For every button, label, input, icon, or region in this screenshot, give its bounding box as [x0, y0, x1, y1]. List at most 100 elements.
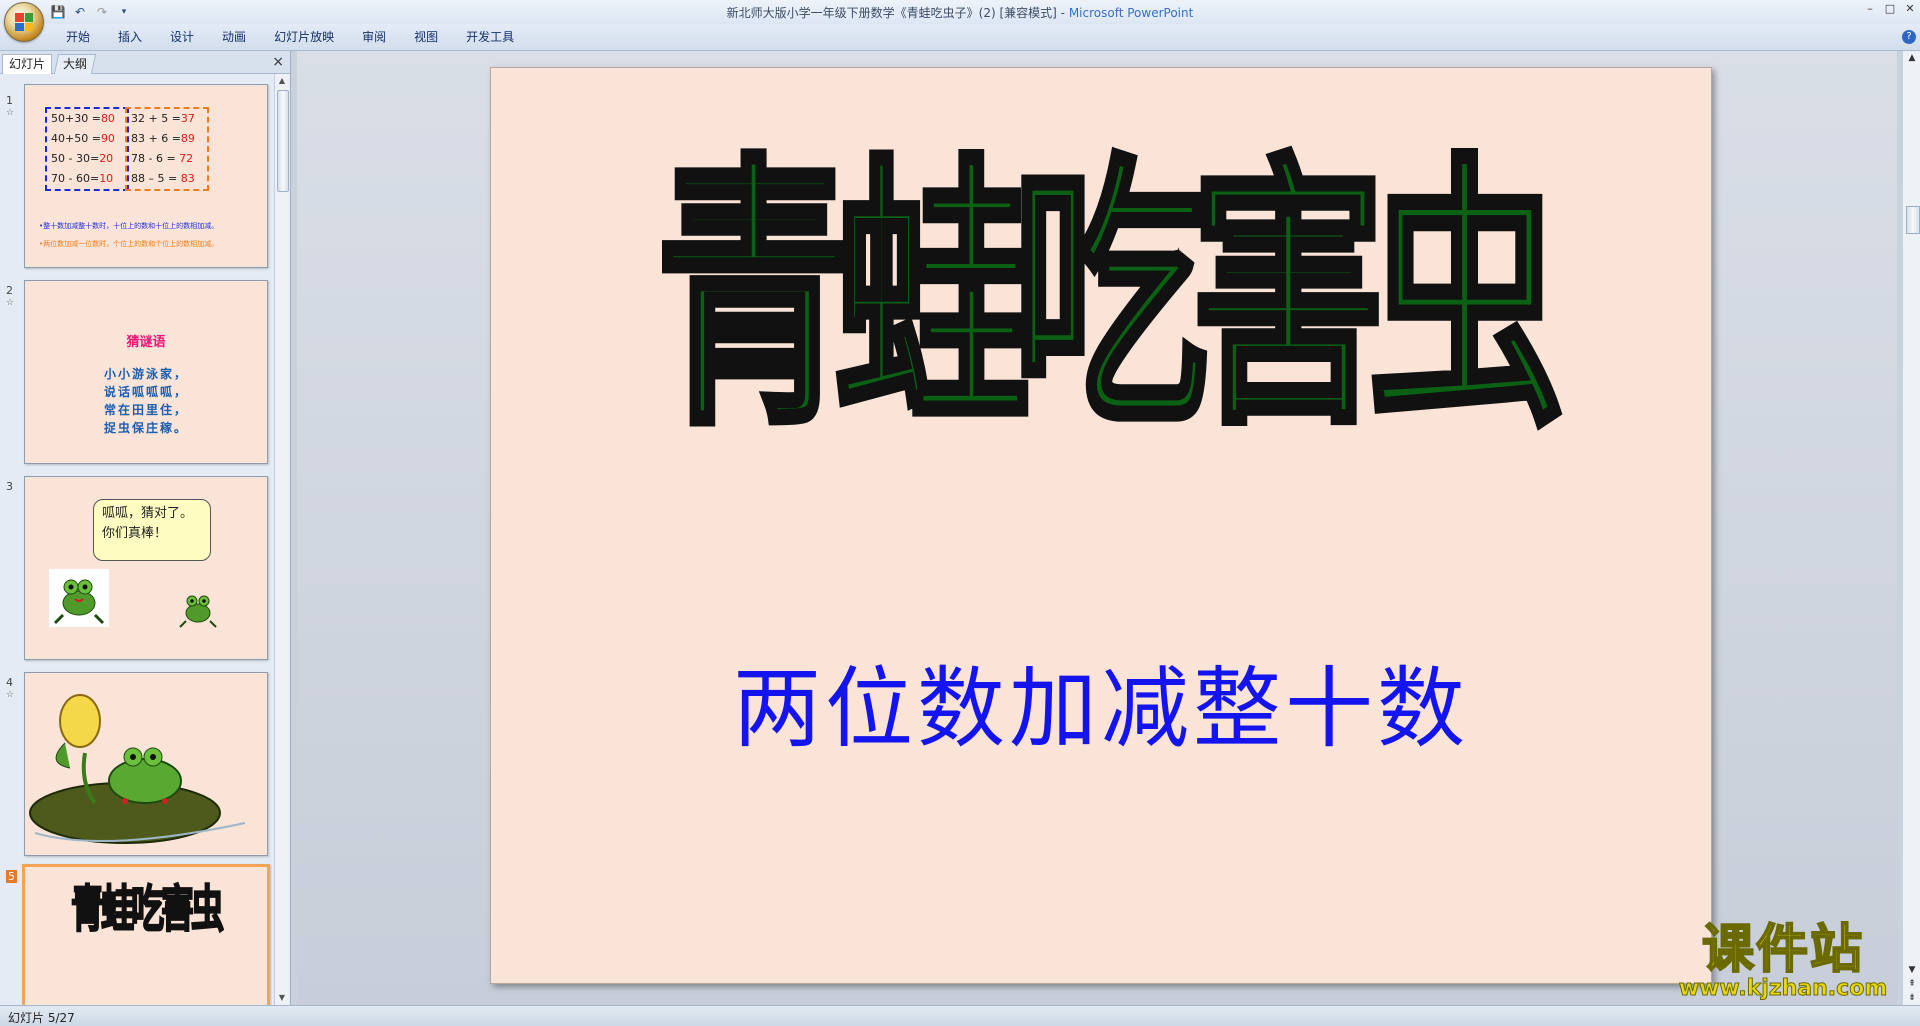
speech-line: 你们真棒！ — [102, 526, 168, 541]
watermark-url: www.kjzhan.com — [1678, 976, 1888, 1001]
frog-icon — [49, 569, 109, 627]
answer: 72 — [179, 152, 194, 165]
frog-icon — [179, 595, 217, 628]
equation-row: 50 - 30=20 — [47, 149, 127, 169]
equation: 83 + 6 = — [131, 132, 181, 145]
slide-title[interactable]: 青蛙吃害虫 — [491, 110, 1711, 487]
left-equation-box: 50+30 =80 40+50 =90 50 - 30=20 70 - 60=1… — [45, 107, 129, 191]
equation-row: 50+30 =80 — [47, 109, 127, 129]
equation-row: 78 - 6 = 72 — [127, 149, 207, 169]
slides-panel: 幻灯片 大纲 × 1 ☆ 50+30 =80 40+50 =90 50 - 30… — [0, 51, 291, 1005]
window-controls: – □ ✕ — [1864, 2, 1916, 15]
close-button[interactable]: ✕ — [1904, 2, 1916, 15]
riddle-line: 说话呱呱呱， — [103, 385, 188, 399]
editor-scrollbar[interactable]: ▲ ▼ ⇞ ⇟ — [1902, 51, 1920, 1005]
equation: 50 - 30= — [51, 152, 100, 165]
riddle-line: 小小游泳家， — [103, 367, 188, 381]
equation: 70 - 60= — [51, 172, 100, 185]
scroll-down-icon[interactable]: ▼ — [275, 991, 289, 1005]
thumb-title: 青蛙吃害虫 — [70, 878, 225, 939]
tab-developer[interactable]: 开发工具 — [452, 29, 528, 45]
slide-thumbnail-4[interactable] — [24, 672, 268, 856]
equation-row: 70 - 60=10 — [47, 169, 127, 189]
watermark-text: 课件站 — [1701, 920, 1864, 980]
slide-thumbnail-3[interactable]: 呱呱，猜对了。 你们真棒！ — [24, 476, 268, 660]
transition-star-icon: ☆ — [6, 298, 15, 308]
equation: 32 + 5 = — [131, 112, 181, 125]
tab-review[interactable]: 审阅 — [348, 29, 400, 45]
next-slide-icon[interactable]: ⇟ — [1903, 993, 1920, 1003]
thumb-number: 1 — [6, 94, 13, 107]
slide-subtitle[interactable]: 两位数加减整十数 — [491, 638, 1711, 765]
scrollbar-thumb[interactable] — [1906, 206, 1920, 234]
thumbnail-scrollbar[interactable]: ▲ ▼ — [274, 74, 289, 1005]
window-title: 新北师大版小学一年级下册数学《青蛙吃虫子》(2) [兼容模式] - Micros… — [0, 4, 1920, 21]
help-icon[interactable]: ? — [1902, 30, 1916, 44]
status-bar: 幻灯片 5/27 — [0, 1005, 1920, 1026]
ribbon: 开始 插入 设计 动画 幻灯片放映 审阅 视图 开发工具 ? — [0, 24, 1920, 51]
thumbnail-list: 1 ☆ 50+30 =80 40+50 =90 50 - 30=20 70 - … — [0, 74, 272, 1005]
answer: 37 — [180, 112, 195, 125]
equation: 78 - 6 = — [131, 152, 180, 165]
previous-slide-icon[interactable]: ⇞ — [1903, 979, 1920, 989]
thumb-number: 2 — [6, 284, 13, 297]
answer: 80 — [100, 112, 115, 125]
frog-on-lily-pad-icon — [29, 694, 246, 844]
scroll-down-icon[interactable]: ▼ — [1903, 965, 1920, 975]
scroll-up-icon[interactable]: ▲ — [275, 74, 289, 88]
speech-bubble: 呱呱，猜对了。 你们真棒！ — [93, 499, 211, 561]
equation: 50+30 = — [51, 112, 101, 125]
tab-design[interactable]: 设计 — [156, 29, 208, 45]
office-logo-icon — [15, 13, 33, 31]
thumb-number: 4 — [6, 676, 13, 689]
rule-note-2: •两位数加减一位数时，个位上的数和个位上的数相加减。 — [39, 240, 219, 248]
tab-outline[interactable]: 大纲 — [53, 54, 97, 74]
slide-editor: 青蛙吃害虫 两位数加减整十数 — [297, 51, 1897, 1005]
window-title-document: 新北师大版小学一年级下册数学《青蛙吃虫子》(2) [兼容模式] - — [726, 6, 1069, 20]
equation-row: 88 – 5 = 83 — [127, 169, 207, 189]
tab-slideshow[interactable]: 幻灯片放映 — [260, 29, 348, 45]
slide-indicator: 幻灯片 5/27 — [8, 1011, 75, 1025]
equation-row: 40+50 =90 — [47, 129, 127, 149]
equation-row: 83 + 6 =89 — [127, 129, 207, 149]
transition-star-icon: ☆ — [6, 108, 15, 118]
riddle-line: 捉虫保庄稼。 — [103, 421, 188, 435]
minimize-button[interactable]: – — [1864, 2, 1876, 15]
tab-insert[interactable]: 插入 — [104, 29, 156, 45]
slide-thumbnail-1[interactable]: 50+30 =80 40+50 =90 50 - 30=20 70 - 60=1… — [24, 84, 268, 268]
answer: 83 — [180, 172, 195, 185]
slide-thumbnail-2[interactable]: 猜谜语 小小游泳家， 说话呱呱呱， 常在田里住， 捉虫保庄稼。 — [24, 280, 268, 464]
equation: 40+50 = — [51, 132, 101, 145]
ribbon-tabs: 开始 插入 设计 动画 幻灯片放映 审阅 视图 开发工具 — [52, 29, 528, 45]
scrollbar-thumb[interactable] — [277, 90, 289, 192]
answer: 90 — [100, 132, 115, 145]
panel-close-icon[interactable]: × — [272, 54, 284, 70]
maximize-button[interactable]: □ — [1884, 2, 1896, 15]
tab-view[interactable]: 视图 — [400, 29, 452, 45]
riddle-line: 常在田里住， — [103, 403, 188, 417]
right-equation-box: 32 + 5 =37 83 + 6 =89 78 - 6 = 72 88 – 5… — [125, 107, 209, 191]
title-bar: 💾 ↶ ↷ ▾ 新北师大版小学一年级下册数学《青蛙吃虫子》(2) [兼容模式] … — [0, 0, 1920, 42]
rule-note-1: •整十数加减整十数时，十位上的数和十位上的数相加减。 — [39, 222, 219, 230]
transition-star-icon: ☆ — [6, 690, 15, 700]
office-button[interactable] — [4, 2, 44, 42]
watermark: 课件站 www.kjzhan.com — [1668, 920, 1898, 1002]
answer: 20 — [99, 152, 114, 165]
answer: 10 — [99, 172, 114, 185]
tab-animations[interactable]: 动画 — [208, 29, 260, 45]
current-slide[interactable]: 青蛙吃害虫 两位数加减整十数 — [490, 67, 1712, 984]
equation-row: 32 + 5 =37 — [127, 109, 207, 129]
tab-outline-label: 大纲 — [63, 57, 88, 71]
equation: 88 – 5 = — [131, 172, 181, 185]
window-title-app: Microsoft PowerPoint — [1068, 6, 1194, 20]
tab-slides[interactable]: 幻灯片 — [2, 54, 53, 74]
thumb-number: 3 — [6, 480, 13, 493]
speech-line: 呱呱，猜对了。 — [102, 506, 194, 521]
thumb-number: 5 — [6, 870, 17, 883]
slide-thumbnail-5[interactable]: 青蛙吃害虫 — [22, 864, 270, 1005]
panel-tabs: 幻灯片 大纲 × — [0, 51, 290, 74]
riddle-title: 猜谜语 — [126, 335, 166, 350]
scroll-up-icon[interactable]: ▲ — [1903, 53, 1920, 63]
answer: 89 — [180, 132, 195, 145]
tab-home[interactable]: 开始 — [52, 29, 104, 45]
